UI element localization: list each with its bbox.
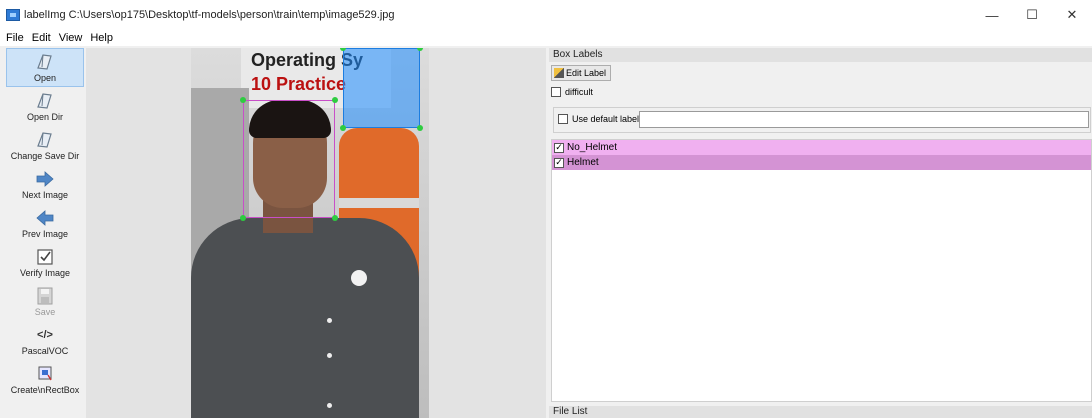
photo-shirt-button — [327, 353, 332, 358]
close-button[interactable]: ✕ — [1052, 0, 1092, 30]
open-dir-label: Open Dir — [26, 111, 63, 122]
bbox-handle[interactable] — [332, 215, 338, 221]
save-button[interactable]: Save — [6, 282, 84, 321]
photo-shirt-button — [327, 318, 332, 323]
open-dir-button[interactable]: Open Dir — [6, 87, 84, 126]
arrow-right-icon — [35, 170, 55, 188]
photo-shirt — [191, 218, 419, 418]
next-image-label: Next Image — [21, 189, 69, 200]
change-save-dir-label: Change Save Dir — [10, 150, 80, 161]
open-file-icon — [35, 53, 55, 71]
next-image-button[interactable]: Next Image — [6, 165, 84, 204]
difficult-checkbox[interactable] — [551, 87, 561, 97]
default-label-input[interactable] — [639, 111, 1089, 128]
bbox-handle[interactable] — [240, 215, 246, 221]
format-label: PascalVOC — [21, 345, 69, 356]
bounding-box-no-helmet[interactable] — [243, 100, 335, 218]
save-disk-icon — [35, 287, 55, 305]
label-item-text: Helmet — [567, 157, 599, 168]
minimize-button[interactable]: — — [972, 0, 1012, 30]
window-controls: — ☐ ✕ — [972, 0, 1092, 30]
bbox-handle[interactable] — [332, 97, 338, 103]
prev-image-button[interactable]: Prev Image — [6, 204, 84, 243]
edit-label-text: Edit Label — [566, 68, 607, 78]
arrow-left-icon — [35, 209, 55, 227]
right-dock: Box Labels Edit Label difficult Use defa… — [549, 48, 1092, 418]
use-default-label-row: Use default label — [558, 114, 639, 124]
bounding-box-helmet[interactable] — [343, 48, 420, 128]
menu-bar: File Edit View Help — [0, 30, 1092, 46]
create-rect-box-label: Create\nRectBox — [10, 384, 80, 395]
code-format-icon: </> — [37, 328, 53, 341]
label-checkbox[interactable]: ✓ — [554, 157, 564, 168]
title-bar: labelImg C:\Users\op175\Desktop\tf-model… — [0, 0, 1092, 30]
verify-image-label: Verify Image — [19, 267, 71, 278]
create-rect-box-button[interactable]: Create\nRectBox — [6, 360, 84, 399]
bbox-handle[interactable] — [340, 125, 346, 131]
use-default-label-checkbox[interactable] — [558, 114, 568, 124]
rect-box-icon — [35, 365, 55, 383]
open-dir-icon — [35, 92, 55, 110]
checkbox-verify-icon — [35, 248, 55, 266]
labelimg-app-icon — [6, 9, 20, 21]
menu-file[interactable]: File — [6, 32, 24, 44]
open-button[interactable]: Open — [6, 48, 84, 87]
window-title: labelImg C:\Users\op175\Desktop\tf-model… — [24, 9, 395, 21]
bbox-handle[interactable] — [417, 125, 423, 131]
menu-view[interactable]: View — [59, 32, 83, 44]
save-label: Save — [34, 306, 56, 317]
left-toolbar: Open Open Dir Change Save Dir Next Image… — [6, 48, 84, 418]
pencil-icon — [554, 68, 564, 78]
menu-edit[interactable]: Edit — [32, 32, 51, 44]
difficult-label: difficult — [565, 87, 593, 97]
photo-shirt-logo — [351, 270, 367, 286]
label-item-text: No_Helmet — [567, 142, 618, 153]
label-list: ✓ No_Helmet ✓ Helmet — [551, 139, 1092, 402]
sign-text-line2: 10 Practice — [251, 74, 347, 94]
menu-help[interactable]: Help — [90, 32, 113, 44]
difficult-row: difficult — [551, 87, 593, 97]
label-list-item[interactable]: ✓ Helmet — [552, 155, 1091, 170]
label-checkbox[interactable]: ✓ — [554, 142, 564, 153]
change-save-dir-icon — [35, 131, 55, 149]
maximize-button[interactable]: ☐ — [1012, 0, 1052, 30]
image-canvas[interactable]: Operating Sy 10 Practice — [86, 48, 546, 418]
verify-image-button[interactable]: Verify Image — [6, 243, 84, 282]
format-toggle-button[interactable]: </> PascalVOC — [6, 321, 84, 360]
box-labels-title: Box Labels — [549, 48, 1092, 62]
use-default-label-text: Use default label — [572, 114, 640, 124]
bbox-handle[interactable] — [240, 97, 246, 103]
change-save-dir-button[interactable]: Change Save Dir — [6, 126, 84, 165]
label-list-item[interactable]: ✓ No_Helmet — [552, 140, 1091, 155]
photo-vest-stripe — [339, 198, 419, 208]
edit-label-button[interactable]: Edit Label — [551, 65, 612, 81]
open-label: Open — [33, 72, 57, 83]
prev-image-label: Prev Image — [21, 228, 69, 239]
default-label-group: Use default label — [553, 107, 1091, 133]
file-list-title: File List — [549, 406, 1092, 418]
photo-shirt-button — [327, 403, 332, 408]
